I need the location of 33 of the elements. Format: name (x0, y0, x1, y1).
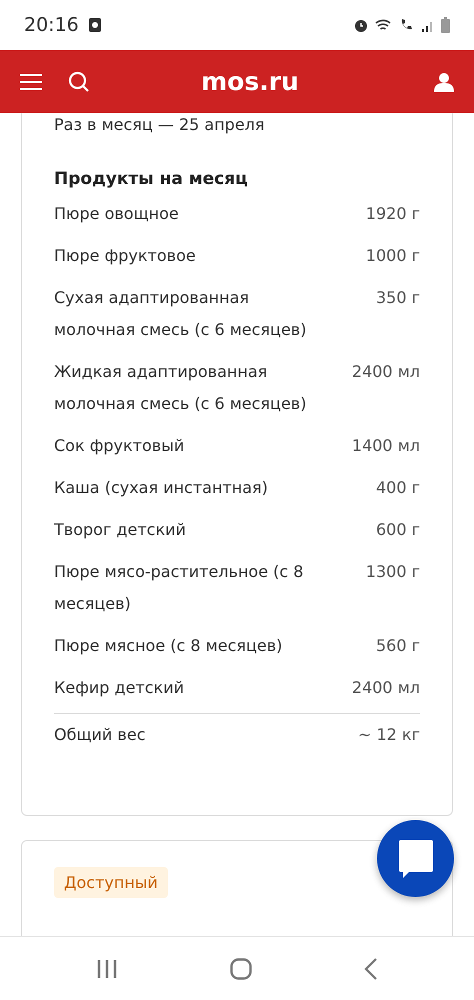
product-amount: 1300 г (364, 561, 420, 583)
product-amount: 560 г (374, 635, 420, 657)
product-amount: 1400 мл (350, 435, 420, 457)
product-name: Сухая адаптированная молочная смесь (с 6 месяцев) (54, 287, 308, 341)
product-name: Пюре фруктовое (54, 245, 197, 267)
product-name: Пюре мясное (с 8 месяцев) (54, 635, 284, 657)
section-heading: Продукты на месяц (54, 169, 249, 189)
product-amount: 600 г (374, 519, 420, 541)
product-amount: 2400 мл (350, 677, 420, 699)
product-name: Кефир детский (54, 677, 186, 699)
product-name: Пюре мясо-растительное (с 8 месяцев) (54, 561, 304, 615)
product-name: Пюре овощное (54, 203, 180, 225)
home-icon[interactable] (230, 958, 252, 980)
product-name: Творог детский (54, 519, 187, 541)
total-label: Общий вес (54, 724, 146, 746)
product-name: Каша (сухая инстантная) (54, 477, 269, 499)
product-name: Жидкая адаптированная молочная смесь (с 6 месяцев) (54, 361, 308, 415)
product-name: Сок фруктовый (54, 435, 186, 457)
chat-icon[interactable] (398, 840, 432, 878)
site-logo[interactable]: mos.ru (112, 67, 388, 96)
battery-icon (441, 17, 450, 33)
product-amount: 1920 г (364, 203, 420, 225)
recent-apps-icon[interactable] (96, 958, 118, 978)
total-amount: ~ 12 кг (356, 724, 420, 746)
status-badge: Доступный (54, 867, 168, 898)
back-icon[interactable] (364, 958, 378, 980)
schedule-text: Раз в месяц — 25 апреля (54, 115, 266, 135)
product-amount: 350 г (374, 287, 420, 309)
product-amount: 1000 г (364, 245, 420, 267)
status-time: 20:16 (24, 14, 79, 36)
chat-button[interactable] (377, 820, 454, 897)
product-amount: 2400 мл (350, 361, 420, 383)
product-amount: 400 г (374, 477, 420, 499)
